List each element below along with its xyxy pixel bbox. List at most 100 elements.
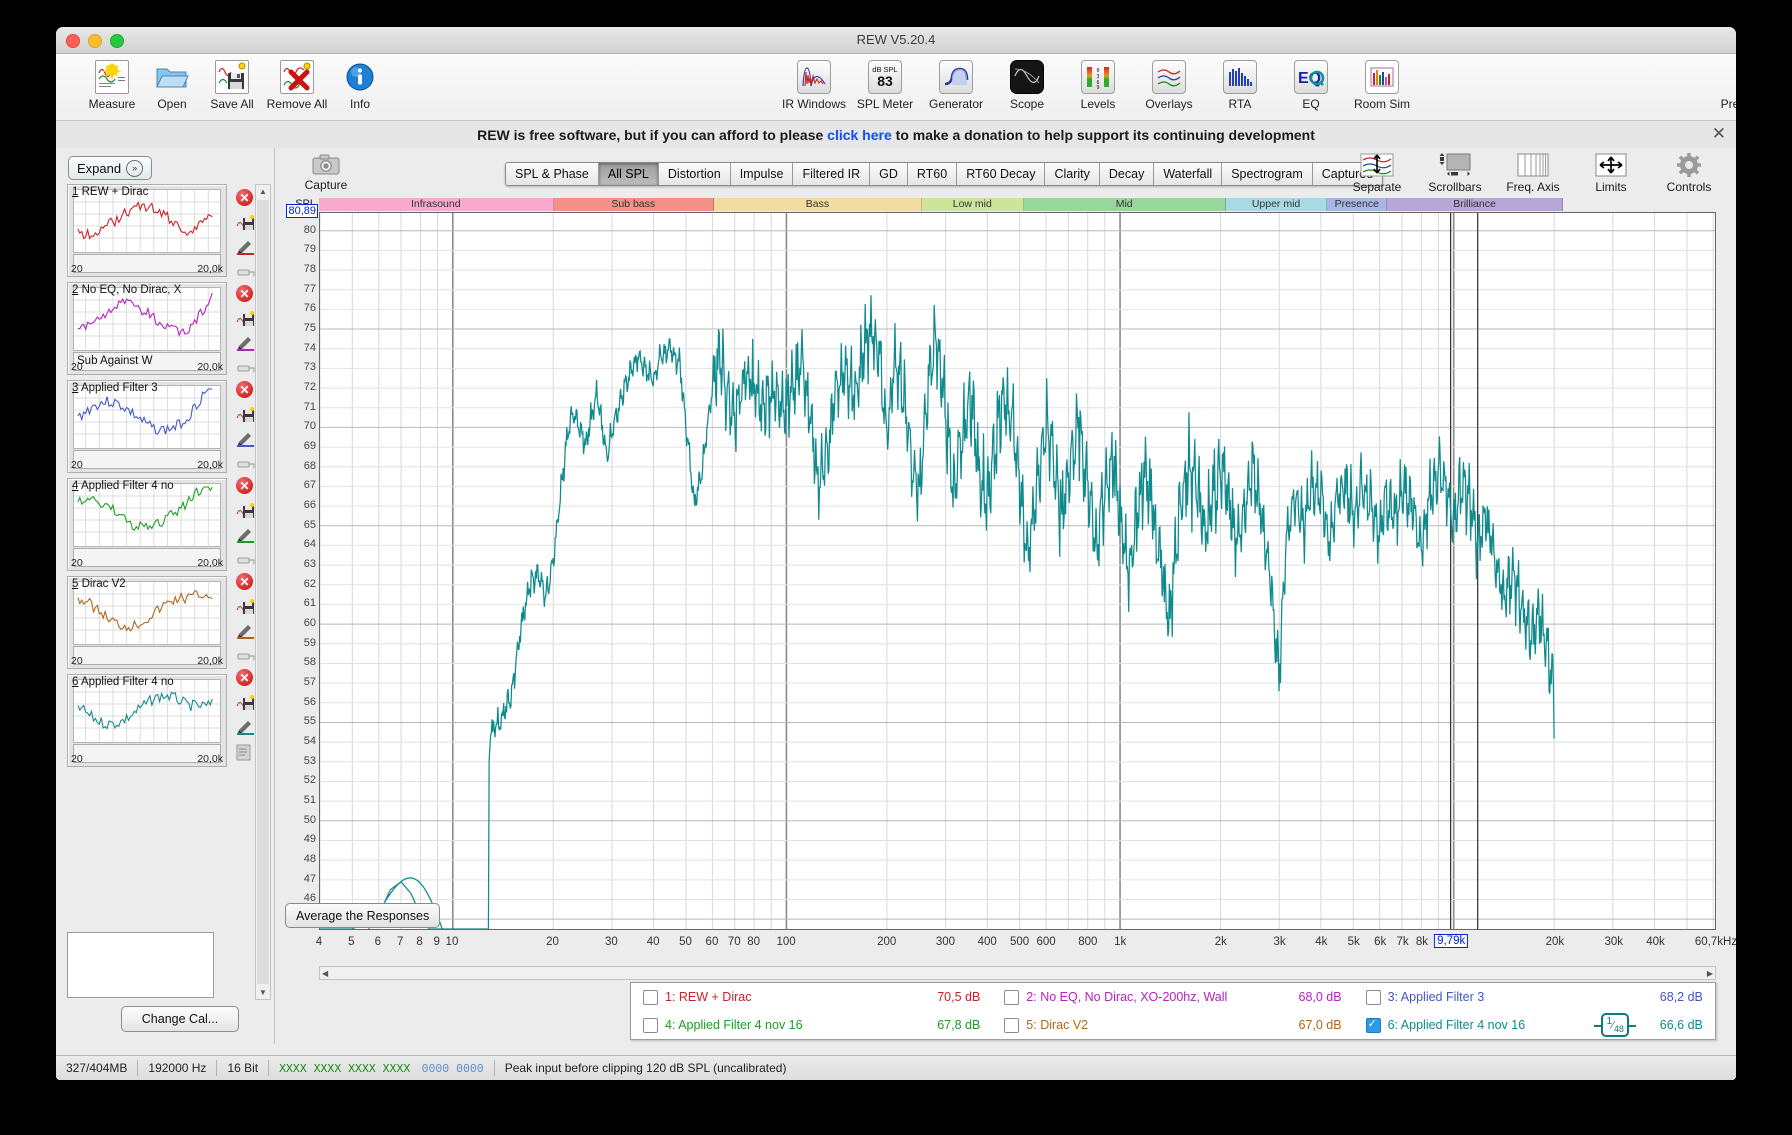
- freq-axis-button[interactable]: Freq. Axis: [1494, 148, 1572, 194]
- scroll-right-icon[interactable]: ▶: [1707, 969, 1713, 978]
- separate-button[interactable]: Separate: [1338, 148, 1416, 194]
- limits-button[interactable]: Limits: [1572, 148, 1650, 194]
- remove-all-button[interactable]: Remove All: [261, 59, 333, 111]
- scrollbars-button[interactable]: Scrollbars: [1416, 148, 1494, 194]
- tab-rt60[interactable]: RT60: [907, 163, 958, 185]
- overlay-toggle-icon[interactable]: [236, 648, 255, 665]
- legend-item[interactable]: 1: REW + Dirac 70,5 dB: [631, 983, 992, 1011]
- spl-meter-button[interactable]: dB SPL 83 SPL Meter: [849, 59, 921, 111]
- legend-checkbox[interactable]: [1004, 1017, 1020, 1033]
- measurement-card[interactable]: 1 REW + Dirac 20 20,0k: [67, 184, 227, 277]
- legend-checkbox[interactable]: [1004, 989, 1020, 1005]
- band-presence: Presence: [1327, 198, 1388, 211]
- generator-button[interactable]: Generator: [920, 59, 992, 111]
- measurement-card[interactable]: 3 Applied Filter 3 20 20,0k: [67, 380, 227, 473]
- legend-checkbox[interactable]: [1365, 989, 1381, 1005]
- ir-windows-button[interactable]: IR Windows: [778, 59, 850, 111]
- pencil-color-icon[interactable]: [236, 719, 255, 736]
- delete-measurement-button[interactable]: ✕: [236, 285, 253, 302]
- graph-toolbar: Capture SPL & Phase All SPL Distortion Impu…: [275, 148, 1736, 198]
- info-button[interactable]: Info: [324, 59, 396, 111]
- tab-spl-phase[interactable]: SPL & Phase: [506, 163, 599, 185]
- scroll-down-icon[interactable]: ▼: [256, 986, 270, 999]
- x-tick: 6: [374, 936, 382, 948]
- notes-box[interactable]: [67, 932, 214, 998]
- measurement-card[interactable]: 5 Dirac V2 20 20,0k: [67, 576, 227, 669]
- overlay-toggle-icon[interactable]: [236, 264, 255, 281]
- tab-gd[interactable]: GD: [870, 163, 908, 185]
- measurement-card[interactable]: 6 Applied Filter 4 no 20 20,0k: [67, 674, 227, 767]
- legend-item[interactable]: 4: Applied Filter 4 nov 16 67,8 dB: [631, 1011, 992, 1039]
- delete-measurement-button[interactable]: ✕: [236, 381, 253, 398]
- legend-item[interactable]: 2: No EQ, No Dirac, XO-200hz, Wall 68,0 d…: [992, 983, 1353, 1011]
- pencil-color-icon[interactable]: [236, 527, 255, 544]
- save-measurement-icon[interactable]: [236, 406, 255, 423]
- x-tick: 7k: [1396, 936, 1409, 948]
- tab-decay[interactable]: Decay: [1099, 163, 1155, 185]
- save-measurement-icon[interactable]: [236, 598, 255, 615]
- legend-checkbox[interactable]: [643, 989, 658, 1005]
- measurement-list-scrollbar[interactable]: ▲ ▼: [255, 184, 271, 1000]
- legend-item[interactable]: 6: Applied Filter 4 nov 16 66,6 dB 1⁄48: [1354, 1011, 1715, 1039]
- delete-measurement-button[interactable]: ✕: [236, 189, 253, 206]
- measurement-min: 20: [71, 557, 83, 569]
- legend-label: 1: REW + Dirac: [665, 990, 752, 1004]
- pencil-color-icon[interactable]: [236, 431, 255, 448]
- delete-measurement-button[interactable]: ✕: [236, 669, 253, 686]
- measurement-card[interactable]: 4 Applied Filter 4 no 20 20,0k: [67, 478, 227, 571]
- save-measurement-icon[interactable]: [236, 502, 255, 519]
- legend-checkbox[interactable]: [643, 1017, 658, 1033]
- legend-checkbox[interactable]: [1365, 1017, 1381, 1033]
- save-all-button[interactable]: Save All: [196, 59, 268, 111]
- overlay-toggle-icon[interactable]: [236, 552, 255, 569]
- tab-clarity[interactable]: Clarity: [1045, 163, 1100, 185]
- notes-icon[interactable]: [236, 744, 255, 761]
- overlays-button[interactable]: Overlays: [1133, 59, 1205, 111]
- delete-measurement-button[interactable]: ✕: [236, 477, 253, 494]
- controls-button[interactable]: Controls: [1650, 148, 1728, 194]
- plot-area[interactable]: [319, 212, 1716, 930]
- expand-button[interactable]: Expand »: [68, 156, 153, 180]
- delete-measurement-button[interactable]: ✕: [236, 573, 253, 590]
- y-tick: 61: [303, 597, 316, 610]
- tab-spectrogram[interactable]: Spectrogram: [1222, 163, 1313, 185]
- scope-button[interactable]: Scope: [991, 59, 1063, 111]
- scroll-up-icon[interactable]: ▲: [256, 185, 270, 198]
- measurement-list[interactable]: 1 REW + Dirac 20 20,0k 2 No EQ, No Dirac, X…: [67, 184, 227, 1000]
- eq-button[interactable]: EQ EQ: [1275, 59, 1347, 111]
- tab-distortion[interactable]: Distortion: [658, 163, 731, 185]
- save-measurement-icon[interactable]: [236, 214, 255, 231]
- tab-waterfall[interactable]: Waterfall: [1154, 163, 1223, 185]
- close-banner-button[interactable]: ✕: [1712, 125, 1726, 143]
- wrench-icon: [1708, 59, 1736, 95]
- measurement-thumbnail: [73, 679, 221, 743]
- tab-filtered-ir[interactable]: Filtered IR: [793, 163, 871, 185]
- pencil-color-icon[interactable]: [236, 335, 255, 352]
- levels-button[interactable]: 0 3 6 9 Levels: [1062, 59, 1134, 111]
- overlay-toggle-icon[interactable]: [236, 360, 255, 377]
- legend-item[interactable]: 5: Dirac V2 67,0 dB: [992, 1011, 1353, 1039]
- tab-rt60-decay[interactable]: RT60 Decay: [957, 163, 1046, 185]
- rta-button[interactable]: RTA: [1204, 59, 1276, 111]
- tab-impulse[interactable]: Impulse: [730, 163, 794, 185]
- pencil-color-icon[interactable]: [236, 623, 255, 640]
- save-measurement-icon[interactable]: [236, 694, 255, 711]
- legend-item[interactable]: 3: Applied Filter 3 68,2 dB: [1354, 983, 1715, 1011]
- pencil-color-icon[interactable]: [236, 239, 255, 256]
- donation-link[interactable]: click here: [827, 127, 892, 143]
- horizontal-scrollbar[interactable]: ◀ ▶: [319, 966, 1716, 980]
- status-bitdepth: 16 Bit: [217, 1060, 270, 1076]
- smoothing-selector[interactable]: 1⁄48: [1594, 1012, 1637, 1038]
- preferences-button[interactable]: Preferences: [1708, 59, 1736, 111]
- average-responses-button[interactable]: Average the Responses: [285, 903, 441, 928]
- overlay-toggle-icon[interactable]: [236, 456, 255, 473]
- change-cal-button[interactable]: Change Cal...: [121, 1006, 239, 1032]
- measurement-card[interactable]: 2 No EQ, No Dirac, X 20 20,0k Sub Against W: [67, 282, 227, 375]
- eq-label: EQ: [1302, 97, 1320, 111]
- tab-all-spl[interactable]: All SPL: [598, 163, 659, 185]
- scroll-left-icon[interactable]: ◀: [322, 969, 328, 978]
- save-measurement-icon[interactable]: [236, 310, 255, 327]
- capture-button[interactable]: Capture: [291, 150, 361, 192]
- analysis-tabs[interactable]: SPL & Phase All SPL Distortion Impulse Filte…: [505, 162, 1384, 186]
- room-sim-button[interactable]: Room Sim: [1346, 59, 1418, 111]
